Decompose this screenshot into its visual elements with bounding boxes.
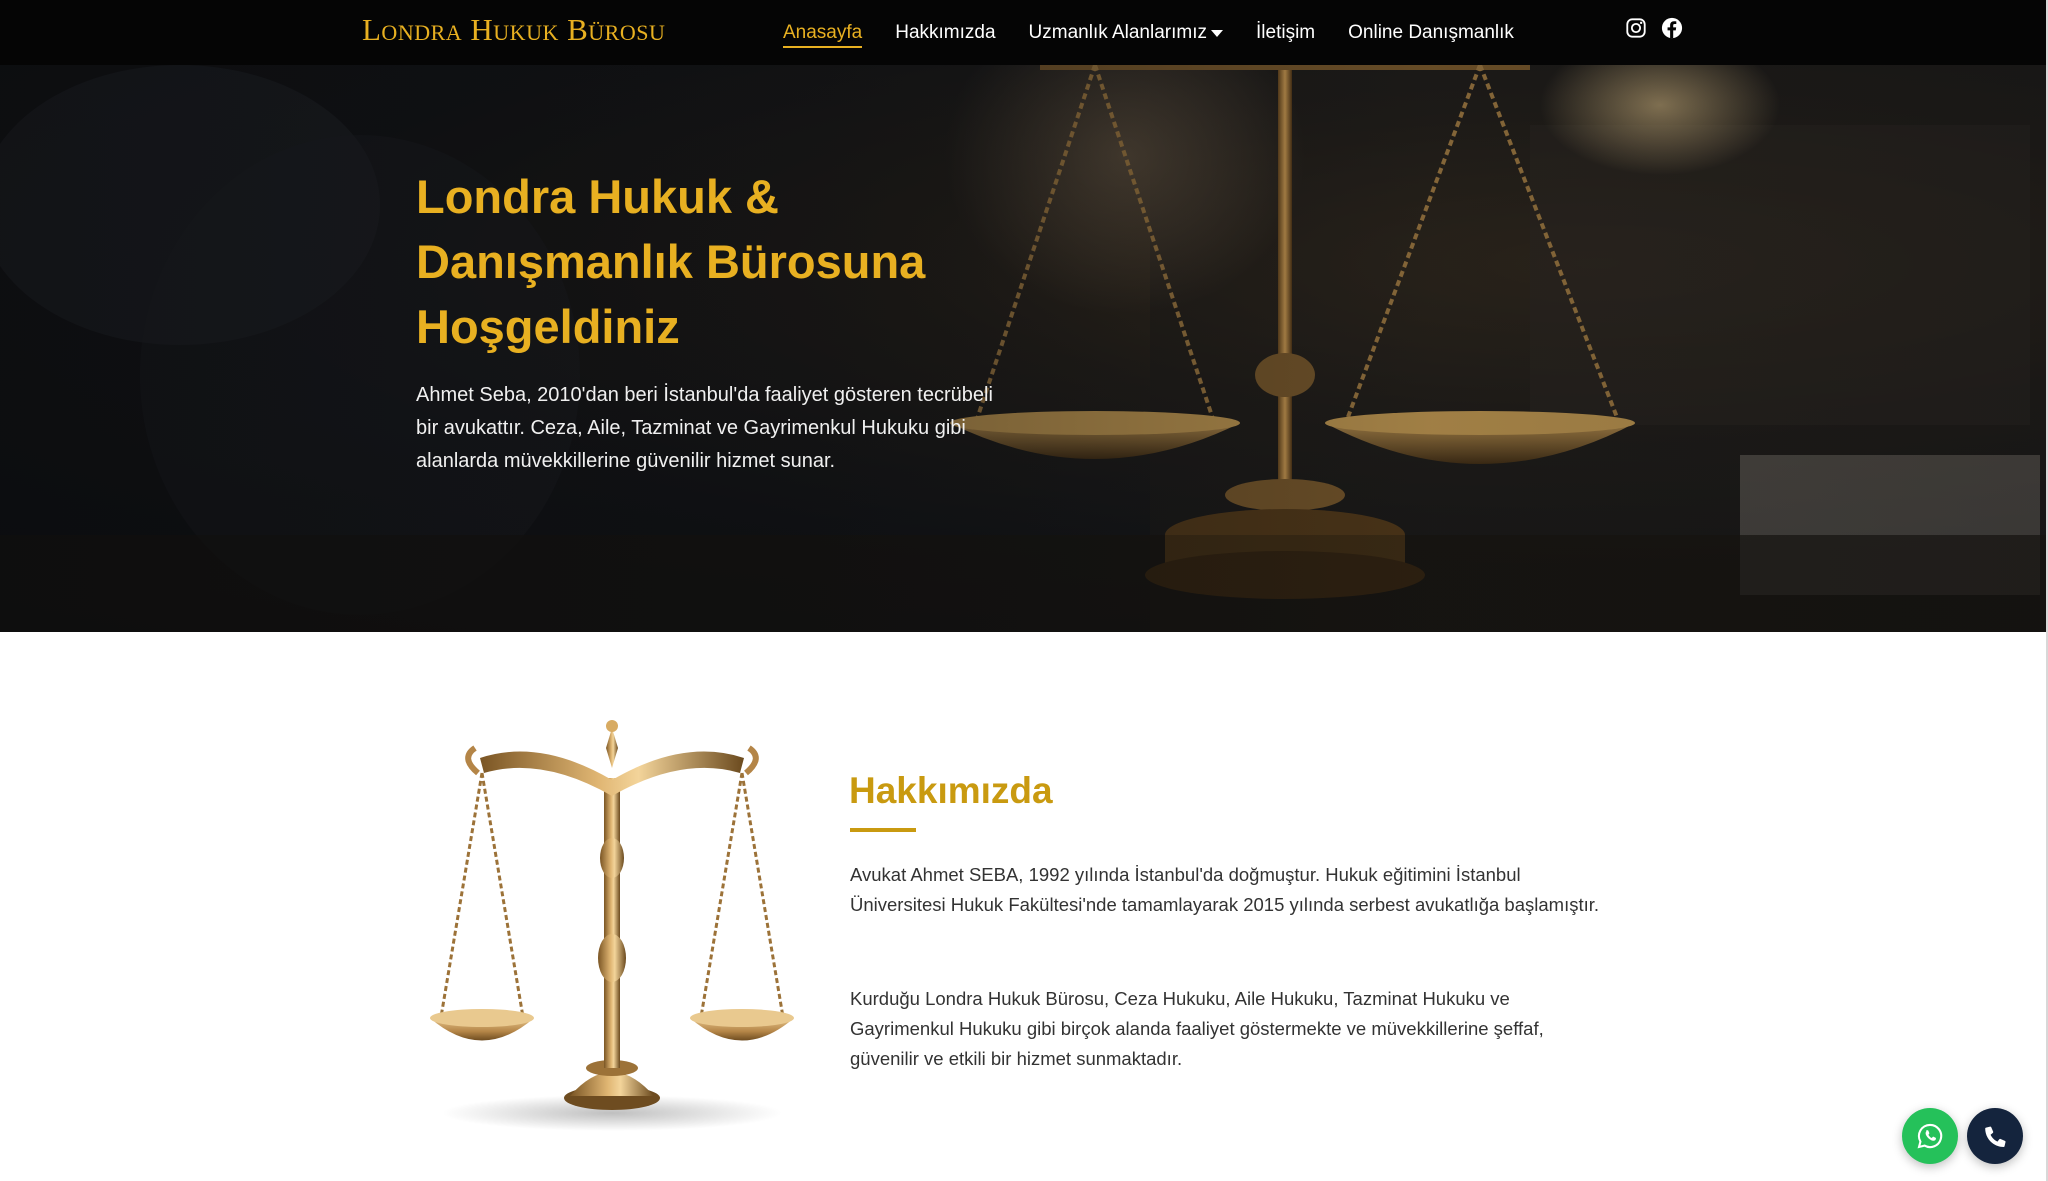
title-underline (850, 828, 916, 832)
navbar: Londra Hukuk Bürosu Anasayfa Hakkımızda … (0, 0, 2046, 65)
instagram-icon[interactable] (1625, 17, 1647, 39)
nav-item-hakkimizda[interactable]: Hakkımızda (895, 0, 995, 65)
caret-down-icon (1211, 30, 1223, 37)
about-title: Hakkımızda (849, 770, 1053, 811)
phone-button[interactable] (1967, 1108, 2023, 1164)
whatsapp-button[interactable] (1902, 1108, 1958, 1164)
hero-description: Ahmet Seba, 2010'dan beri İstanbul'da fa… (416, 384, 993, 472)
justice-scale-image (430, 720, 794, 1131)
hero-title: Londra Hukuk & Danışmanlık Bürosuna Hoşg… (416, 170, 926, 353)
about-paragraph-2: Kurduğu Londra Hukuk Bürosu, Ceza Hukuku… (850, 988, 1544, 1069)
whatsapp-icon (1917, 1123, 1943, 1149)
about-paragraph-1: Avukat Ahmet SEBA, 1992 yılında İstanbul… (850, 864, 1600, 915)
phone-icon (1985, 1126, 2006, 1147)
nav-item-online-danismanlik[interactable]: Online Danışmanlık (1348, 0, 1514, 65)
main-nav: Anasayfa Hakkımızda Uzmanlık Alanlarımız… (783, 0, 1514, 65)
nav-item-iletisim[interactable]: İletişim (1256, 0, 1315, 65)
nav-item-uzmanlik-alanlarimiz[interactable]: Uzmanlık Alanlarımız (1029, 0, 1223, 65)
hero-section: Londra Hukuk & Danışmanlık Bürosuna Hoşg… (0, 65, 2046, 632)
nav-item-anasayfa[interactable]: Anasayfa (783, 0, 863, 65)
page: Londra Hukuk Bürosu Anasayfa Hakkımızda … (0, 0, 2048, 1181)
nav-item-label: Uzmanlık Alanlarımız (1028, 21, 1207, 43)
social-links (1625, 17, 1683, 39)
facebook-icon[interactable] (1661, 17, 1683, 39)
brand-logo[interactable]: Londra Hukuk Bürosu (362, 12, 665, 48)
